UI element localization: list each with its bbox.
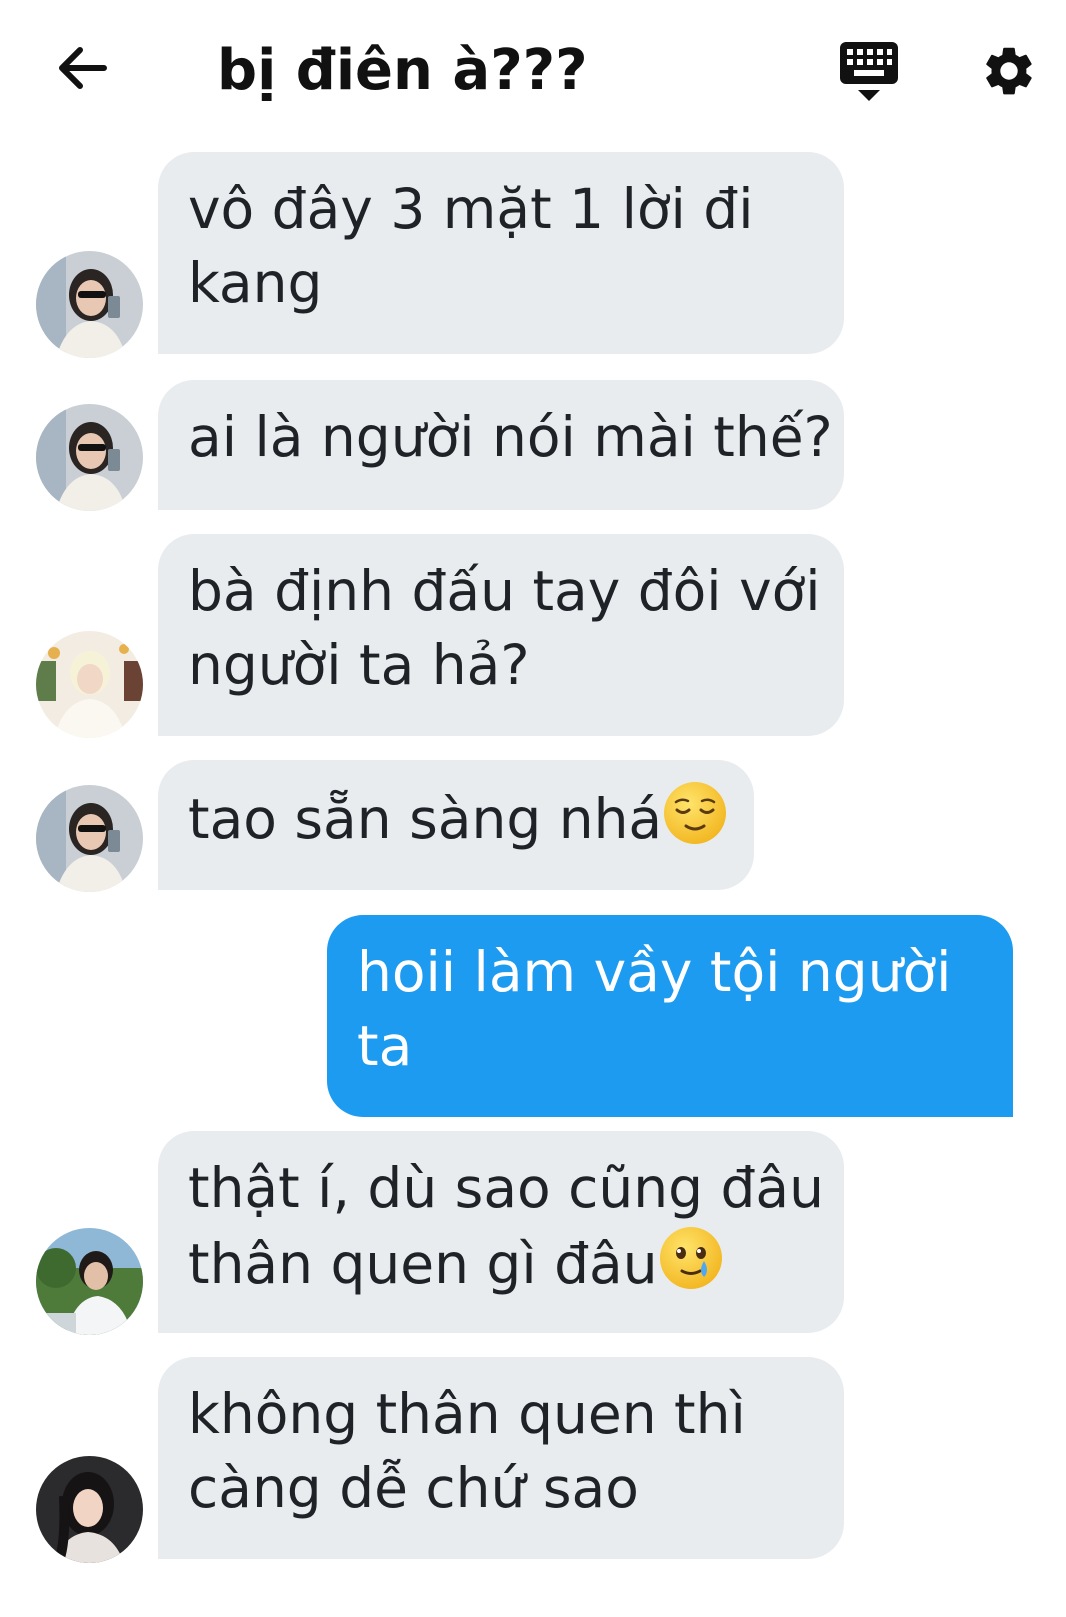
message-bubble[interactable]: bà định đấu tay đôi với người ta hả?: [158, 534, 844, 736]
face-holding-back-tears-emoji: [658, 1225, 724, 1291]
chat-screen: bị điên à??? vô đây 3 mặt 1 lời đi kang …: [0, 0, 1066, 1617]
message-bubble[interactable]: vô đây 3 mặt 1 lời đi kang: [158, 152, 844, 354]
conversation-title: bị điên à???: [217, 38, 588, 103]
settings-button[interactable]: [978, 42, 1040, 104]
message-text: vô đây 3 mặt 1 lời đi: [188, 177, 754, 241]
message-bubble[interactable]: hoii làm vầy tội người ta: [327, 915, 1013, 1117]
message-text: không thân quen thì: [188, 1382, 746, 1446]
message-text: thật í, dù sao cũng đâu: [188, 1156, 824, 1220]
back-button[interactable]: [52, 40, 112, 100]
message-text: hoii làm vầy tội người: [357, 940, 952, 1004]
avatar[interactable]: [36, 785, 143, 892]
chat-header: bị điên à???: [0, 0, 1066, 145]
avatar[interactable]: [36, 1228, 143, 1335]
avatar[interactable]: [36, 1456, 143, 1563]
avatar[interactable]: [36, 251, 143, 358]
arrow-left-icon: [56, 46, 108, 94]
message-text: tao sẵn sàng nhá: [188, 787, 663, 851]
keyboard-icon: [838, 40, 900, 108]
keyboard-button[interactable]: [836, 40, 902, 108]
message-text: càng dễ chứ sao: [188, 1456, 639, 1520]
message-text: ta: [357, 1014, 413, 1078]
message-text: kang: [188, 251, 323, 315]
message-text: thân quen gì đâu: [188, 1232, 658, 1296]
message-bubble[interactable]: ai là người nói mài thế?: [158, 380, 844, 510]
relieved-face-emoji: [662, 780, 728, 846]
message-bubble[interactable]: tao sẵn sàng nhá: [158, 760, 754, 890]
avatar[interactable]: [36, 404, 143, 511]
message-bubble[interactable]: không thân quen thì càng dễ chứ sao: [158, 1357, 844, 1559]
message-text: bà định đấu tay đôi với: [188, 559, 821, 623]
message-bubble[interactable]: thật í, dù sao cũng đâu thân quen gì đâu: [158, 1131, 844, 1333]
message-text: ai là người nói mài thế?: [188, 405, 833, 469]
message-text: người ta hả?: [188, 633, 530, 697]
avatar[interactable]: [36, 631, 143, 738]
gear-icon: [980, 42, 1038, 104]
